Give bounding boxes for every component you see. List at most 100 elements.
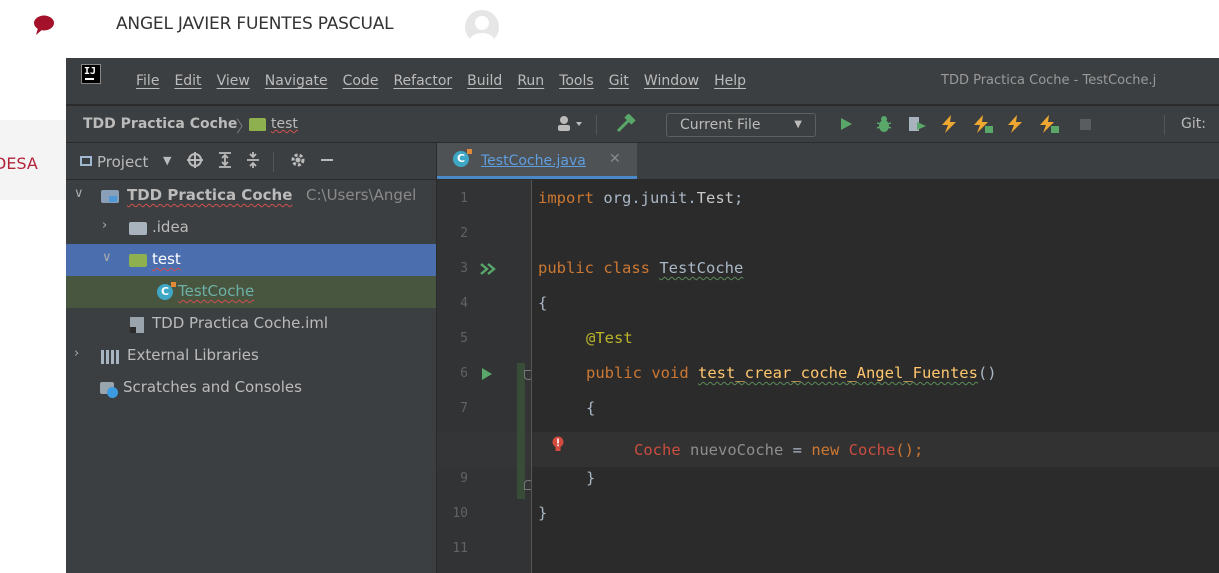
tree-item-testcoche[interactable]: C TestCoche	[66, 276, 436, 308]
menu-edit[interactable]: Edit	[174, 73, 201, 89]
line-number: 3	[460, 261, 468, 276]
tree-item-scratches[interactable]: Scratches and Consoles	[66, 372, 436, 404]
user-silhouette-icon	[469, 16, 495, 44]
line-number: 7	[460, 401, 468, 416]
editor-tab-bar: C TestCoche.java ✕	[437, 143, 1219, 179]
menu-refactor[interactable]: Refactor	[393, 73, 452, 89]
minimize-icon[interactable]	[320, 151, 334, 169]
menu-view[interactable]: View	[217, 73, 250, 89]
tree-item-label: External Libraries	[127, 346, 259, 364]
menu-bar: IJ File Edit View Navigate Code Refactor…	[66, 58, 1219, 104]
vcs-change-marker[interactable]	[517, 363, 525, 499]
ide-window: IJ File Edit View Navigate Code Refactor…	[66, 58, 1219, 573]
profiler-lightning-icon[interactable]	[1004, 114, 1026, 134]
code-variable: nuevoCoche	[680, 441, 784, 459]
test-folder-icon	[129, 254, 147, 267]
code-line-8: Coche nuevoCoche = new Coche();	[634, 441, 923, 459]
chevron-down-icon[interactable]: ∨	[102, 250, 112, 265]
chevron-right-icon[interactable]: ›	[74, 346, 79, 361]
breadcrumb-folder[interactable]: test	[271, 116, 298, 132]
line-number: 11	[452, 541, 468, 556]
navigation-bar: TDD Practica Coche 〉 test Current File ▼	[66, 106, 1219, 143]
run-config-label: Current File	[680, 117, 761, 133]
gear-icon[interactable]	[289, 151, 307, 169]
folder-icon	[249, 118, 266, 131]
expand-all-icon[interactable]	[217, 151, 233, 169]
module-file-icon	[130, 317, 144, 333]
line-number: 9	[460, 471, 468, 486]
profiler-lightning-icon[interactable]	[938, 114, 960, 134]
scratches-icon	[100, 382, 118, 398]
code-keyword: new	[811, 441, 849, 459]
tree-item-test[interactable]: ∨ test	[66, 244, 436, 276]
tree-item-label: TDD Practica Coche.iml	[152, 314, 329, 332]
chat-bubble-icon[interactable]	[33, 14, 55, 36]
close-icon[interactable]: ✕	[609, 151, 621, 167]
run-test-icon[interactable]	[480, 367, 494, 381]
run-tests-icon[interactable]	[479, 262, 497, 276]
tree-item-iml[interactable]: TDD Practica Coche.iml	[66, 308, 436, 340]
collapse-all-icon[interactable]	[245, 151, 261, 169]
code-error-type: Coche	[848, 441, 896, 459]
coverage-icon[interactable]	[906, 114, 928, 134]
tree-item-label: Scratches and Consoles	[123, 378, 302, 396]
toolbar-separator	[273, 152, 274, 172]
chevron-down-icon[interactable]: ∨	[74, 186, 84, 201]
line-number: 6	[460, 366, 468, 381]
line-number: 4	[460, 296, 468, 311]
breadcrumb-project[interactable]: TDD Practica Coche	[83, 116, 237, 132]
git-label[interactable]: Git:	[1181, 116, 1206, 132]
code-text: =	[783, 441, 812, 459]
debug-bug-icon[interactable]	[874, 114, 894, 134]
project-name: TDD Practica Coche	[127, 186, 293, 204]
user-name[interactable]: ANGEL JAVIER FUENTES PASCUAL	[116, 14, 394, 34]
project-tree: ∨ TDD Practica Coche C:\Users\Angel › .i…	[66, 180, 436, 573]
line-number: 10	[452, 506, 468, 521]
run-config-dropdown[interactable]: Current File ▼	[666, 113, 816, 137]
menu-help[interactable]: Help	[714, 73, 746, 89]
toolbar-separator	[1164, 115, 1165, 135]
line-number: 1	[460, 191, 468, 206]
folder-icon	[129, 222, 147, 235]
menu-code[interactable]: Code	[343, 73, 379, 89]
menu-build[interactable]: Build	[467, 73, 502, 89]
main-menu: File Edit View Navigate Code Refactor Bu…	[136, 73, 746, 89]
side-tab-label: DESA	[0, 154, 38, 173]
avatar[interactable]	[465, 10, 499, 44]
menu-file[interactable]: File	[136, 73, 159, 89]
code-line-10: }	[538, 504, 548, 522]
project-panel-header: Project ▼	[66, 143, 436, 179]
menu-navigate[interactable]: Navigate	[265, 73, 328, 89]
tree-item-idea[interactable]: › .idea	[66, 212, 436, 244]
tree-item-label: .idea	[152, 218, 189, 236]
tab-testcoche-java[interactable]: C TestCoche.java ✕	[437, 143, 637, 179]
project-panel-title[interactable]: Project	[97, 153, 148, 171]
locate-target-icon[interactable]	[186, 151, 204, 169]
profiler-lightning-icon[interactable]	[1036, 114, 1060, 134]
project-panel-icon	[80, 156, 92, 166]
line-number: 5	[460, 331, 468, 346]
profiler-lightning-icon[interactable]	[970, 114, 994, 134]
tree-item-project[interactable]: ∨ TDD Practica Coche C:\Users\Angel	[66, 180, 436, 212]
menu-window[interactable]: Window	[644, 73, 699, 89]
code-error-type: Coche	[634, 441, 681, 459]
tree-item-external-libraries[interactable]: › External Libraries	[66, 340, 436, 372]
java-class-icon: C	[453, 149, 472, 167]
code-overlay: Coche nuevoCoche = new Coche(); } }	[532, 180, 1219, 573]
chevron-right-icon[interactable]: ›	[102, 218, 107, 233]
stop-icon[interactable]	[1078, 114, 1094, 134]
user-dropdown-icon[interactable]	[556, 114, 586, 134]
build-hammer-icon[interactable]	[614, 114, 638, 134]
menu-git[interactable]: Git	[609, 73, 629, 89]
project-path: C:\Users\Angel	[306, 186, 417, 204]
code-text: ();	[895, 441, 924, 459]
menu-tools[interactable]: Tools	[559, 73, 594, 89]
java-class-icon: C	[157, 282, 176, 300]
menu-run[interactable]: Run	[517, 73, 544, 89]
chevron-down-icon[interactable]: ▼	[163, 154, 171, 167]
run-icon[interactable]	[838, 114, 854, 134]
tab-label: TestCoche.java	[481, 153, 586, 169]
code-line-9: }	[586, 469, 596, 487]
toolbar-separator	[596, 115, 597, 135]
project-folder-icon	[101, 190, 119, 203]
